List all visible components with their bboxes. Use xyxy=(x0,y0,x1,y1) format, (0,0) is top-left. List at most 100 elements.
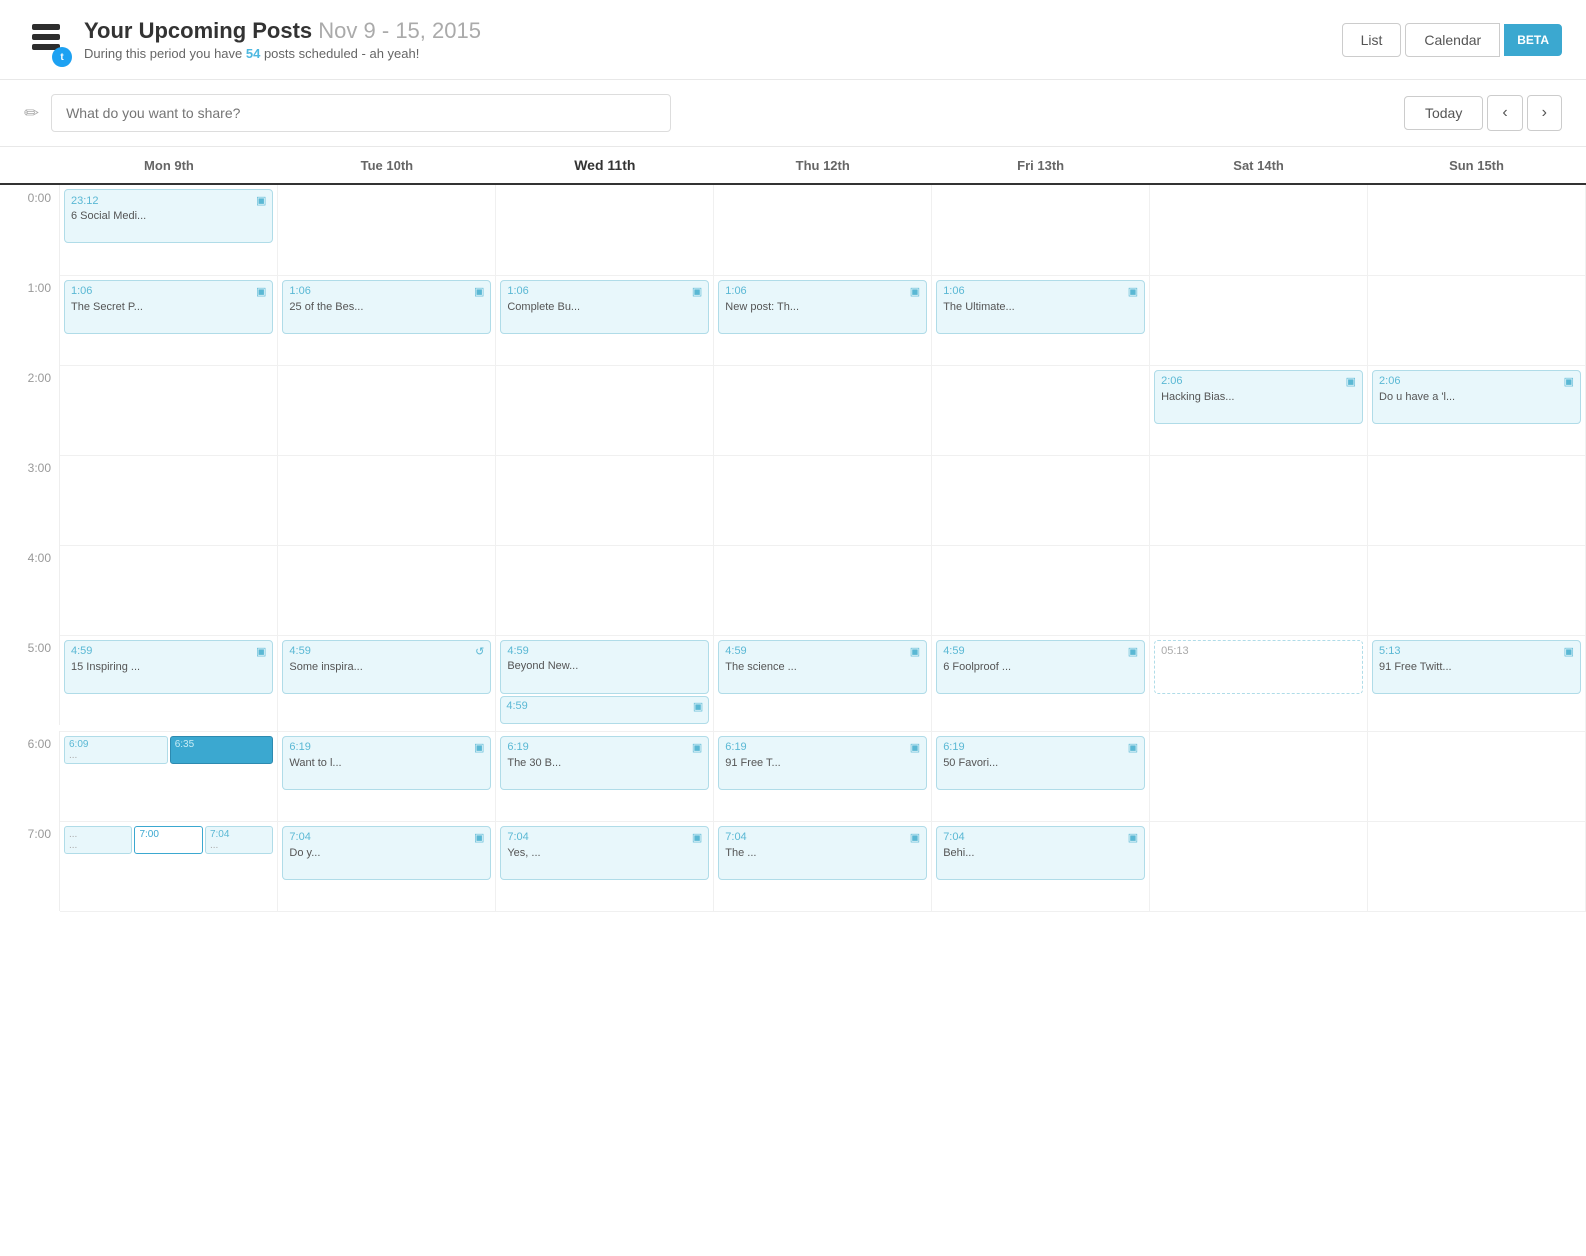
cell-sun-7 xyxy=(1368,821,1586,911)
twitter-badge: t xyxy=(52,47,72,67)
post-card-mini[interactable]: ... ... xyxy=(64,826,132,854)
post-card[interactable]: 7:04▣ The ... xyxy=(718,826,927,880)
day-header-sun: Sun 15th xyxy=(1368,147,1586,184)
cell-wed-0 xyxy=(496,184,714,275)
cell-sun-0 xyxy=(1368,184,1586,275)
post-card[interactable]: 4:59▣ 6 Foolproof ... xyxy=(936,640,1145,694)
cell-sun-4 xyxy=(1368,545,1586,635)
cell-sat-6 xyxy=(1150,731,1368,821)
cell-fri-3 xyxy=(932,455,1150,545)
post-card[interactable]: 1:06▣ The Secret P... xyxy=(64,280,273,334)
post-card[interactable]: 1:06▣ New post: Th... xyxy=(718,280,927,334)
post-card[interactable]: 6:19▣ 91 Free T... xyxy=(718,736,927,790)
time-column-header xyxy=(0,147,60,184)
cell-sat-4 xyxy=(1150,545,1368,635)
post-card[interactable]: 4:59↺ Some inspira... xyxy=(282,640,491,694)
share-input[interactable] xyxy=(51,94,671,132)
cell-wed-5: 4:59 Beyond New... 4:59▣ xyxy=(496,635,714,731)
post-card[interactable]: 7:04▣ Do y... xyxy=(282,826,491,880)
toolbar: ✏ Today ‹ › xyxy=(0,80,1586,147)
cell-fri-2 xyxy=(932,365,1150,455)
cell-thu-4 xyxy=(714,545,932,635)
post-card[interactable]: 1:06▣ The Ultimate... xyxy=(936,280,1145,334)
post-count: 54 xyxy=(246,46,260,61)
time-label-2: 2:00 xyxy=(0,365,60,455)
time-label-6: 6:00 xyxy=(0,731,60,821)
prev-button[interactable]: ‹ xyxy=(1487,95,1522,131)
next-button[interactable]: › xyxy=(1527,95,1562,131)
cell-sat-0 xyxy=(1150,184,1368,275)
calendar-table: Mon 9th Tue 10th Wed 11th Thu 12th Fri 1… xyxy=(0,147,1586,912)
cell-fri-0 xyxy=(932,184,1150,275)
post-card[interactable]: 4:59▣ xyxy=(500,696,709,724)
cell-sun-5: 5:13▣ 91 Free Twitt... xyxy=(1368,635,1586,731)
cell-sun-6 xyxy=(1368,731,1586,821)
logo: t xyxy=(24,16,68,63)
post-card[interactable]: 1:06▣ 25 of the Bes... xyxy=(282,280,491,334)
post-card[interactable]: 2:06▣ Do u have a 'l... xyxy=(1372,370,1581,424)
time-label-1: 1:00 xyxy=(0,275,60,365)
post-card-mini[interactable]: 7:04 ... xyxy=(205,826,273,854)
day-header-thu: Thu 12th xyxy=(714,147,932,184)
cell-thu-7: 7:04▣ The ... xyxy=(714,821,932,911)
time-row-4: 4:00 xyxy=(0,545,1586,635)
post-card[interactable]: 1:06▣ Complete Bu... xyxy=(500,280,709,334)
today-button[interactable]: Today xyxy=(1404,96,1483,130)
calendar-container: Mon 9th Tue 10th Wed 11th Thu 12th Fri 1… xyxy=(0,147,1586,912)
date-navigation: Today ‹ › xyxy=(1404,95,1562,131)
cell-fri-7: 7:04▣ Behi... xyxy=(932,821,1150,911)
cell-sun-1 xyxy=(1368,275,1586,365)
time-row-0: 0:00 23:12▣ 6 Social Medi... xyxy=(0,184,1586,275)
date-range: Nov 9 - 15, 2015 xyxy=(318,18,481,43)
post-card-dashed[interactable]: 05:13 xyxy=(1154,640,1363,694)
post-card-mini-outline[interactable]: 7:00 xyxy=(134,826,202,854)
cell-thu-6: 6:19▣ 91 Free T... xyxy=(714,731,932,821)
time-row-5: 5:00 4:59▣ 15 Inspiring ... 4:59↺ Some i… xyxy=(0,635,1586,731)
post-card-mini-blue[interactable]: 6:35 xyxy=(170,736,274,764)
cell-wed-4 xyxy=(496,545,714,635)
time-label-3: 3:00 xyxy=(0,455,60,545)
post-card[interactable]: 23:12▣ 6 Social Medi... xyxy=(64,189,273,243)
post-card-mini[interactable]: 6:09 ... xyxy=(64,736,168,764)
app-container: t Your Upcoming Posts Nov 9 - 15, 2015 D… xyxy=(0,0,1586,912)
cell-mon-6: 6:09 ... 6:35 xyxy=(60,731,278,821)
header-title-block: Your Upcoming Posts Nov 9 - 15, 2015 Dur… xyxy=(84,18,1342,61)
list-view-button[interactable]: List xyxy=(1342,23,1402,57)
cell-tue-1: 1:06▣ 25 of the Bes... xyxy=(278,275,496,365)
cell-mon-5: 4:59▣ 15 Inspiring ... xyxy=(60,635,278,731)
post-card[interactable]: 6:19▣ The 30 B... xyxy=(500,736,709,790)
cell-mon-7: ... ... 7:00 7:04 ... xyxy=(60,821,278,911)
post-card[interactable]: 6:19▣ 50 Favori... xyxy=(936,736,1145,790)
post-card[interactable]: 4:59▣ 15 Inspiring ... xyxy=(64,640,273,694)
cell-tue-3 xyxy=(278,455,496,545)
cell-mon-4 xyxy=(60,545,278,635)
cell-tue-2 xyxy=(278,365,496,455)
post-card[interactable]: 5:13▣ 91 Free Twitt... xyxy=(1372,640,1581,694)
cell-thu-0 xyxy=(714,184,932,275)
cell-fri-5: 4:59▣ 6 Foolproof ... xyxy=(932,635,1150,731)
post-card[interactable]: 4:59▣ The science ... xyxy=(718,640,927,694)
beta-badge[interactable]: BETA xyxy=(1504,24,1562,56)
time-label-4: 4:00 xyxy=(0,545,60,635)
page-title: Your Upcoming Posts Nov 9 - 15, 2015 xyxy=(84,18,1342,44)
time-label-7: 7:00 xyxy=(0,821,60,911)
day-header-sat: Sat 14th xyxy=(1150,147,1368,184)
cell-tue-5: 4:59↺ Some inspira... xyxy=(278,635,496,731)
cell-sun-2: 2:06▣ Do u have a 'l... xyxy=(1368,365,1586,455)
cell-sat-1 xyxy=(1150,275,1368,365)
post-card[interactable]: 6:19▣ Want to l... xyxy=(282,736,491,790)
cell-sat-3 xyxy=(1150,455,1368,545)
time-label-5: 5:00 xyxy=(0,635,60,725)
subtitle: During this period you have 54 posts sch… xyxy=(84,46,1342,61)
day-header-tue: Tue 10th xyxy=(278,147,496,184)
time-row-1: 1:00 1:06▣ The Secret P... 1:06▣ 25 of t… xyxy=(0,275,1586,365)
post-card[interactable]: 7:04▣ Behi... xyxy=(936,826,1145,880)
cell-sun-3 xyxy=(1368,455,1586,545)
calendar-view-button[interactable]: Calendar xyxy=(1405,23,1500,57)
time-row-7: 7:00 ... ... 7:00 7:04 xyxy=(0,821,1586,911)
cell-fri-4 xyxy=(932,545,1150,635)
post-card[interactable]: 7:04▣ Yes, ... xyxy=(500,826,709,880)
cell-wed-1: 1:06▣ Complete Bu... xyxy=(496,275,714,365)
post-card[interactable]: 2:06▣ Hacking Bias... xyxy=(1154,370,1363,424)
post-card[interactable]: 4:59 Beyond New... xyxy=(500,640,709,694)
